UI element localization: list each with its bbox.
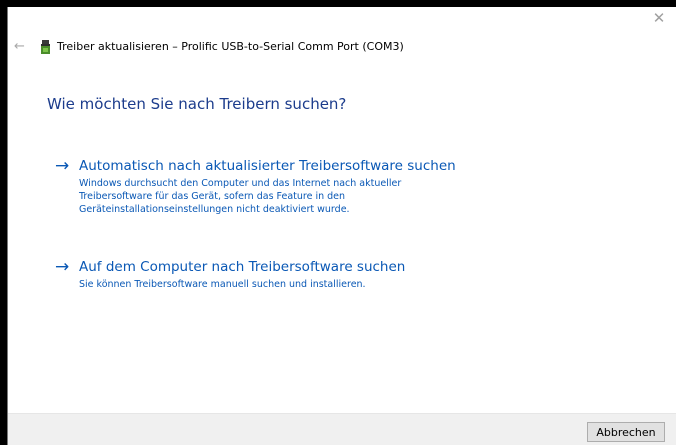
description-line: Sie können Treibersoftware manuell suche… [79, 279, 366, 290]
browse-computer-description: Sie können Treibersoftware manuell suche… [79, 278, 499, 291]
auto-search-description: Windows durchsucht den Computer und das … [79, 177, 499, 216]
arrow-right-icon: → [55, 257, 70, 277]
dialog-title: Treiber aktualisieren – Prolific USB-to-… [57, 40, 404, 53]
cancel-button[interactable]: Abbrechen [587, 422, 665, 442]
browse-computer-title[interactable]: Auf dem Computer nach Treibersoftware su… [79, 256, 405, 278]
close-icon[interactable]: ✕ [648, 9, 670, 27]
description-line: Geräteinstallationseinstellungen nicht d… [79, 204, 350, 215]
auto-search-title[interactable]: Automatisch nach aktualisierter Treibers… [79, 155, 456, 177]
description-line: Windows durchsucht den Computer und das … [79, 178, 402, 189]
description-line: Treibersoftware für das Gerät, sofern da… [79, 191, 346, 202]
update-driver-dialog: ✕ ← Treiber aktualisieren – Prolific USB… [7, 7, 676, 445]
arrow-right-icon: → [55, 156, 70, 176]
dialog-footer: Abbrechen [8, 413, 676, 445]
dialog-header: ← Treiber aktualisieren – Prolific USB-t… [8, 37, 676, 57]
back-arrow-icon[interactable]: ← [14, 37, 28, 57]
usb-device-icon [41, 40, 50, 54]
page-heading: Wie möchten Sie nach Treibern suchen? [47, 95, 347, 113]
